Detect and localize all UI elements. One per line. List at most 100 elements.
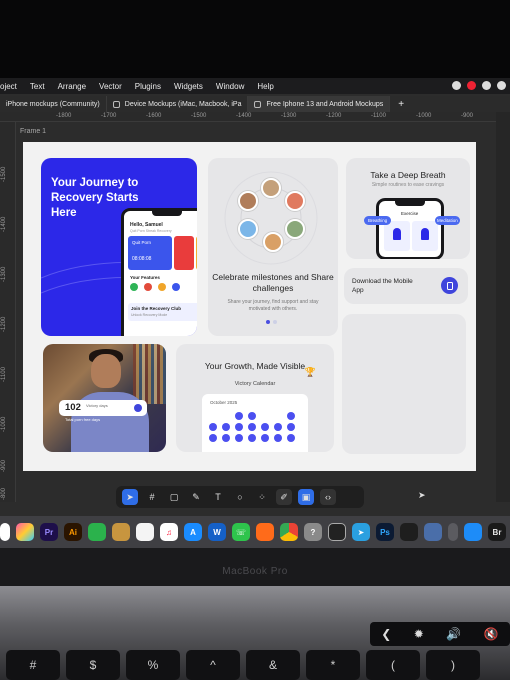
photos-app-icon[interactable] xyxy=(16,523,34,541)
pen-tool-icon[interactable]: ✎ xyxy=(188,489,204,505)
components-icon[interactable]: ⁘ xyxy=(254,489,270,505)
firefox-app-icon[interactable] xyxy=(256,523,274,541)
record-icon[interactable] xyxy=(467,81,476,90)
facetime-app-icon[interactable] xyxy=(88,523,106,541)
menu-help[interactable]: Help xyxy=(257,82,273,91)
dev-mode-icon[interactable]: ‹› xyxy=(320,489,336,505)
avatar xyxy=(263,232,283,252)
brightness-icon[interactable]: ✹ xyxy=(414,627,424,641)
bridge-app-icon[interactable]: Br xyxy=(488,523,506,541)
ruler-tick: -900 xyxy=(461,113,474,119)
avatar xyxy=(261,178,281,198)
victory-days-count: 102 xyxy=(65,402,81,413)
growth-card[interactable]: Your Growth, Made Visible 🏆 Victory Cale… xyxy=(176,344,334,452)
download-title: Download the Mobile App xyxy=(352,278,413,294)
draw-mode-icon[interactable]: ✐ xyxy=(276,489,292,505)
key[interactable]: ) xyxy=(426,650,480,680)
dock-divider xyxy=(448,523,458,541)
calendar-day xyxy=(248,434,256,442)
design-mode-icon[interactable]: ▣ xyxy=(298,489,314,505)
vertical-ruler: -1500 -1400 -1300 -1200 -1100 -1000 -900… xyxy=(0,122,16,502)
photo-card[interactable]: 102 Victory days Total porn free days xyxy=(43,344,166,452)
menu-vector[interactable]: Vector xyxy=(99,82,122,91)
comment-tool-icon[interactable]: ○ xyxy=(232,489,248,505)
calendar-app-icon[interactable] xyxy=(136,523,154,541)
chrome-app-icon[interactable] xyxy=(280,523,298,541)
journey-card[interactable]: Your Journey to Recovery Starts Here Hel… xyxy=(41,158,197,336)
calendar-day xyxy=(248,423,256,431)
tab-label: iPhone mockups (Community) xyxy=(6,100,100,108)
battery-icon[interactable] xyxy=(497,81,506,90)
volume-icon[interactable]: 🔊 xyxy=(446,627,461,641)
mute-icon[interactable]: 🔇 xyxy=(484,627,499,641)
premiere-app-icon[interactable]: Pr xyxy=(40,523,58,541)
download-button[interactable] xyxy=(441,277,458,294)
move-tool-icon[interactable]: ➤ xyxy=(122,489,138,505)
illustrator-app-icon[interactable]: Ai xyxy=(64,523,82,541)
frame-label[interactable]: Frame 1 xyxy=(20,128,46,135)
key[interactable]: & xyxy=(246,650,300,680)
menu-plugins[interactable]: Plugins xyxy=(135,82,161,91)
key[interactable]: % xyxy=(126,650,180,680)
key[interactable]: # xyxy=(6,650,60,680)
milestones-card[interactable]: Celebrate milestones and Share challenge… xyxy=(208,158,338,336)
wifi-icon[interactable] xyxy=(482,81,491,90)
breath-title: Take a Deep Breath xyxy=(370,170,446,180)
quit-timer: 08:08:08 xyxy=(132,256,152,262)
whatsapp-app-icon[interactable]: ☏ xyxy=(232,523,250,541)
key[interactable]: $ xyxy=(66,650,120,680)
quit-tile: Quit Porn 08:08:08 xyxy=(128,236,172,270)
carousel-dot[interactable] xyxy=(266,320,270,324)
figma-app-icon[interactable] xyxy=(400,523,418,541)
tab-free-iphone[interactable]: Free Iphone 13 and Android Mockups xyxy=(248,96,391,112)
quicktime-app-icon[interactable] xyxy=(464,523,482,541)
calendar-month: October 2025 xyxy=(210,400,238,405)
status-icon[interactable] xyxy=(452,81,461,90)
key[interactable]: ( xyxy=(366,650,420,680)
frame-tool-icon[interactable]: # xyxy=(144,489,160,505)
feature-icon xyxy=(172,283,180,291)
carousel-dots[interactable] xyxy=(266,320,277,324)
menu-window[interactable]: Window xyxy=(216,82,244,91)
phone-notch xyxy=(152,211,182,216)
tab-bar: iPhone mockups (Community) Device Mockup… xyxy=(0,96,510,112)
new-tab-button[interactable]: + xyxy=(390,96,412,112)
placeholder-card[interactable] xyxy=(342,314,466,454)
stat-tile-yellow xyxy=(196,236,197,270)
arrow-icon[interactable] xyxy=(134,404,142,412)
ruler-tick: -1300 xyxy=(281,113,297,119)
menu-widgets[interactable]: Widgets xyxy=(174,82,203,91)
notes-app-icon[interactable] xyxy=(112,523,130,541)
menu-object[interactable]: oject xyxy=(0,82,17,91)
touchbar-chevron-icon[interactable]: ❮ xyxy=(381,627,391,641)
design-frame[interactable]: Your Journey to Recovery Starts Here Hel… xyxy=(23,142,476,471)
chatgpt-app-icon[interactable] xyxy=(328,523,346,541)
music-app-icon[interactable]: ♫ xyxy=(160,523,178,541)
tab-iphone-mockups[interactable]: iPhone mockups (Community) xyxy=(0,96,107,112)
download-card[interactable]: Download the Mobile App xyxy=(344,268,468,304)
ruler-tick: -900 xyxy=(1,459,7,472)
text-tool-icon[interactable]: T xyxy=(210,489,226,505)
telegram-app-icon[interactable]: ➤ xyxy=(352,523,370,541)
key[interactable]: * xyxy=(306,650,360,680)
tab-label: Free Iphone 13 and Android Mockups xyxy=(266,100,384,108)
screen: oject Text Arrange Vector Plugins Widget… xyxy=(0,78,510,548)
calendar-day xyxy=(287,434,295,442)
ruler-tick: -1600 xyxy=(146,113,162,119)
shape-tool-icon[interactable]: ▢ xyxy=(166,489,182,505)
word-app-icon[interactable]: W xyxy=(208,523,226,541)
menu-text[interactable]: Text xyxy=(30,82,45,91)
help-app-icon[interactable]: ? xyxy=(304,523,322,541)
carousel-dot[interactable] xyxy=(273,320,277,324)
properties-panel[interactable] xyxy=(496,112,510,502)
preview-app-icon[interactable] xyxy=(424,523,442,541)
menu-arrange[interactable]: Arrange xyxy=(58,82,86,91)
photoshop-app-icon[interactable]: Ps xyxy=(376,523,394,541)
app-icon[interactable] xyxy=(0,523,10,541)
app-store-icon[interactable]: A xyxy=(184,523,202,541)
key[interactable]: ^ xyxy=(186,650,240,680)
tab-device-mockups[interactable]: Device Mockups (iMac, Macbook, iPa xyxy=(107,96,249,112)
breath-card[interactable]: Take a Deep Breath Simple routines to ea… xyxy=(346,158,470,259)
ruler-tick: -1100 xyxy=(371,113,386,119)
touch-bar[interactable]: ❮ ✹ 🔊 🔇 xyxy=(370,622,510,646)
